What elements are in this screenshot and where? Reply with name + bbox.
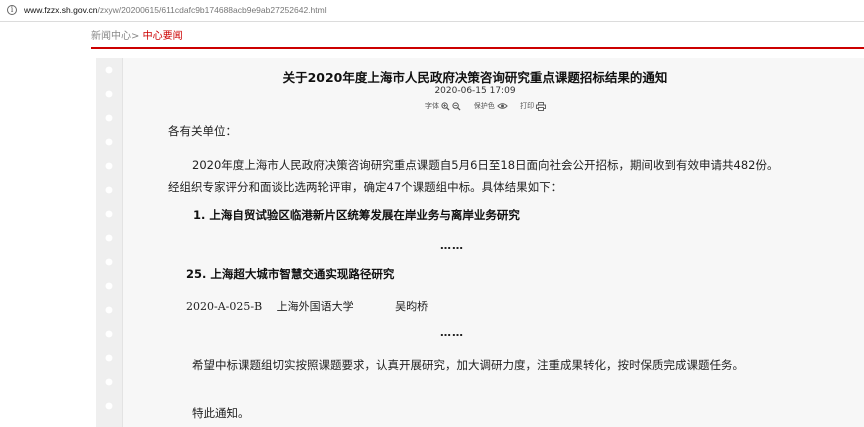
eye-icon[interactable] bbox=[497, 102, 508, 110]
binder-hole bbox=[105, 306, 113, 314]
binder-hole bbox=[105, 138, 113, 146]
breadcrumb: 新闻中心> 中心要闻 bbox=[91, 31, 183, 43]
binder-hole bbox=[105, 258, 113, 266]
topic-25-heading: 25. 上海超大城市智慧交通实现路径研究 bbox=[186, 267, 395, 281]
binder-hole bbox=[105, 186, 113, 194]
topic-1-heading: 1. 上海自贸试验区临港新片区统筹发展在岸业务与离岸业务研究 bbox=[193, 208, 520, 222]
breadcrumb-home-link[interactable]: 新闻中心> bbox=[91, 31, 139, 42]
ellipsis-2: …… bbox=[440, 326, 464, 339]
notice-line: 特此通知。 bbox=[192, 406, 250, 420]
header-divider bbox=[91, 47, 864, 49]
intro-paragraph: 2020年度上海市人民政府决策咨询研究重点课题自5月6日至18日面向社会公开招标… bbox=[168, 158, 779, 194]
salutation: 各有关单位： bbox=[168, 124, 237, 138]
zoom-out-icon[interactable] bbox=[452, 101, 461, 111]
binder-hole bbox=[105, 162, 113, 170]
article-toolbar: 字体 保护色 打印 bbox=[425, 101, 547, 111]
binder-hole bbox=[105, 402, 113, 410]
url-host: www.fzzx.sh.gov.cn bbox=[24, 5, 98, 15]
result-row: 2020-A-025-B 上海外国语大学 吴昀桥 bbox=[186, 300, 428, 314]
binder-hole bbox=[105, 234, 113, 242]
ellipsis-1: …… bbox=[440, 239, 464, 252]
zoom-in-icon[interactable] bbox=[441, 101, 450, 111]
font-size-label: 字体 bbox=[425, 102, 439, 110]
result-institution: 上海外国语大学 bbox=[276, 300, 354, 313]
binder-hole bbox=[105, 282, 113, 290]
print-label[interactable]: 打印 bbox=[520, 101, 534, 111]
result-person: 吴昀桥 bbox=[395, 300, 429, 313]
info-icon[interactable]: i bbox=[7, 5, 17, 15]
binder-hole bbox=[105, 210, 113, 218]
binder-hole bbox=[105, 90, 113, 98]
binder-hole bbox=[105, 378, 113, 386]
breadcrumb-current-link[interactable]: 中心要闻 bbox=[143, 31, 183, 42]
url-path: /zxyw/20200615/611cdafc9b174688acb9e9ab2… bbox=[97, 5, 327, 15]
address-bar[interactable]: i www.fzzx.sh.gov.cn/zxyw/20200615/611cd… bbox=[0, 0, 864, 22]
url-text[interactable]: www.fzzx.sh.gov.cn/zxyw/20200615/611cdaf… bbox=[24, 4, 327, 16]
binder-hole bbox=[105, 66, 113, 74]
binder-hole bbox=[105, 354, 113, 362]
binder-hole bbox=[105, 330, 113, 338]
binder-strip bbox=[96, 58, 123, 427]
article-title: 关于2020年度上海市人民政府决策咨询研究重点课题招标结果的通知 bbox=[282, 70, 668, 85]
result-code: 2020-A-025-B bbox=[186, 300, 263, 313]
eye-care-label[interactable]: 保护色 bbox=[474, 101, 495, 111]
binder-hole bbox=[105, 114, 113, 122]
article-date: 2020-06-15 17:09 bbox=[434, 86, 516, 96]
closing-paragraph: 希望中标课题组切实按照课题要求，认真开展研究，加大调研力度，注重成果转化，按时保… bbox=[192, 358, 744, 372]
printer-icon[interactable] bbox=[536, 101, 547, 111]
